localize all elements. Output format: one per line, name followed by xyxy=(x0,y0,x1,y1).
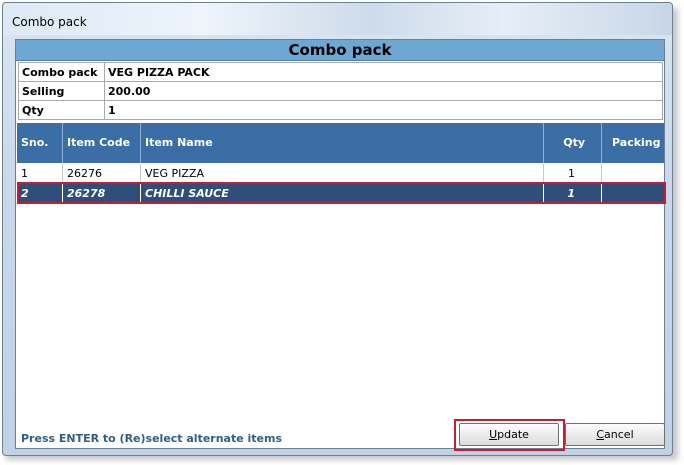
cell-item-name: CHILLI SAUCE xyxy=(141,184,544,203)
info-row-qty: Qty 1 xyxy=(18,100,663,120)
info-value-qty: 1 xyxy=(104,100,663,120)
title-bar[interactable]: Combo pack xyxy=(3,3,672,35)
column-header-packing[interactable]: Packing xyxy=(602,123,664,163)
info-label-qty: Qty xyxy=(18,100,105,120)
column-header-sno[interactable]: Sno. xyxy=(17,123,63,163)
window-title: Combo pack xyxy=(12,15,87,29)
combo-info-table: Combo pack VEG PIZZA PACK Selling 200.00… xyxy=(18,62,663,120)
cell-packing xyxy=(602,164,664,183)
cell-sno: 2 xyxy=(17,184,63,203)
info-row-selling: Selling 200.00 xyxy=(18,81,663,101)
dialog-client-area: Combo pack Combo pack VEG PIZZA PACK Sel… xyxy=(15,39,666,451)
info-row-combo-pack: Combo pack VEG PIZZA PACK xyxy=(18,62,663,82)
items-grid[interactable]: Sno. Item Code Item Name Qty Packing 1 2… xyxy=(17,123,664,421)
table-row-selected[interactable]: 2 26278 CHILLI SAUCE 1 xyxy=(17,184,664,203)
update-label-rest: pdate xyxy=(497,428,529,441)
column-header-qty[interactable]: Qty xyxy=(544,123,602,163)
cancel-button[interactable]: Cancel xyxy=(565,423,665,446)
combo-pack-window: Combo pack Combo pack Combo pack VEG PIZ… xyxy=(2,2,673,456)
cell-item-code: 26276 xyxy=(63,164,141,183)
info-label-combo-pack: Combo pack xyxy=(18,62,105,82)
table-row[interactable]: 1 26276 VEG PIZZA 1 xyxy=(17,164,664,183)
cell-item-code: 26278 xyxy=(63,184,141,203)
cell-qty: 1 xyxy=(544,164,602,183)
cell-qty: 1 xyxy=(544,184,602,203)
info-value-combo-pack: VEG PIZZA PACK xyxy=(104,62,663,82)
update-accelerator: U xyxy=(489,428,498,441)
dialog-header: Combo pack xyxy=(16,40,664,61)
cancel-accelerator: C xyxy=(596,428,605,441)
cancel-label-rest: ancel xyxy=(604,428,634,441)
info-value-selling: 200.00 xyxy=(104,81,663,101)
grid-header: Sno. Item Code Item Name Qty Packing xyxy=(17,123,664,163)
cell-item-name: VEG PIZZA xyxy=(141,164,544,183)
column-header-item-name[interactable]: Item Name xyxy=(141,123,544,163)
column-header-item-code[interactable]: Item Code xyxy=(63,123,141,163)
info-label-selling: Selling xyxy=(18,81,105,101)
cell-packing xyxy=(602,184,664,203)
cell-sno: 1 xyxy=(17,164,63,183)
status-hint: Press ENTER to (Re)select alternate item… xyxy=(21,432,283,445)
update-button[interactable]: Update xyxy=(459,423,559,446)
